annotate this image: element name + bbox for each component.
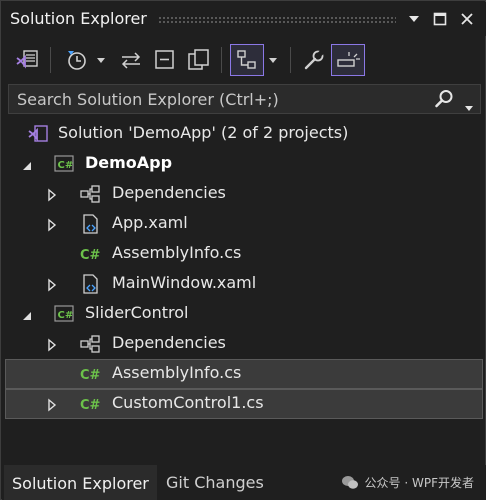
preview-selected-icon[interactable] [331,44,365,76]
csharp-file-icon: C# [79,244,101,264]
tree-item-label: AssemblyInfo.cs [112,363,242,382]
tree-item-label: Solution 'DemoApp' (2 of 2 projects) [58,123,349,142]
toolbar [2,37,486,83]
csharp-file-icon: C# [79,394,101,414]
drag-grip[interactable] [158,16,396,23]
tree-item-file[interactable]: C# CustomControl1.cs [5,389,483,419]
search-icon[interactable] [434,89,454,113]
svg-text:C#: C# [58,310,74,321]
vs-solution-icon [27,124,49,144]
search-box[interactable]: Search Solution Explorer (Ctrl+;) [8,84,481,114]
dependencies-icon [79,184,101,204]
title-bar: Solution Explorer [2,2,486,36]
svg-text:C#: C# [80,248,101,263]
toolbar-separator [50,47,51,73]
wechat-icon [341,476,358,489]
expand-arrow-icon[interactable] [47,277,59,292]
csharp-file-icon: C# [79,364,101,384]
tree-item-label: MainWindow.xaml [112,273,257,292]
expand-arrow-icon[interactable] [47,217,59,232]
tree-item-file[interactable]: C# AssemblyInfo.cs [5,239,483,269]
tree-item-label: DemoApp [85,153,173,172]
toolbar-separator [221,47,222,73]
window-position-dropdown-icon[interactable] [405,10,423,28]
tree-item-solution[interactable]: Solution 'DemoApp' (2 of 2 projects) [5,119,483,149]
tree-item-label: AssemblyInfo.cs [112,243,242,262]
collapse-arrow-icon[interactable] [21,307,33,321]
watermark-text: 公众号 · WPF开发者 [364,476,474,490]
window-title: Solution Explorer [10,9,147,28]
xaml-file-icon [79,214,101,234]
tab-git-changes[interactable]: Git Changes [158,465,272,500]
svg-text:C#: C# [58,160,74,171]
show-all-files-icon[interactable] [230,44,264,76]
tree-item-dependencies[interactable]: Dependencies [5,179,483,209]
close-icon[interactable] [458,10,476,28]
tab-solution-explorer[interactable]: Solution Explorer [4,465,157,500]
tree-item-label: SliderControl [85,303,189,322]
watermark: 公众号 · WPF开发者 [341,474,474,491]
tree-item-file[interactable]: MainWindow.xaml [5,269,483,299]
tree-item-file[interactable]: C# AssemblyInfo.cs [5,359,483,389]
csharp-project-icon: C# [53,304,75,324]
tab-label: Git Changes [166,473,264,492]
search-input[interactable]: Search Solution Explorer (Ctrl+;) [17,90,279,109]
xaml-file-icon [79,274,101,294]
tab-label: Solution Explorer [12,474,149,493]
history-dropdown-icon[interactable] [94,44,108,76]
tree-item-dependencies[interactable]: Dependencies [5,329,483,359]
tree-item-project[interactable]: C# SliderControl [5,299,483,329]
show-all-files-dropdown-icon[interactable] [266,44,280,76]
solution-explorer-window: Solution Explorer Search Solution Explor… [0,0,486,500]
tree-item-label: App.xaml [112,213,188,232]
maximize-icon[interactable] [431,10,449,28]
svg-text:C#: C# [80,398,101,413]
collapse-all-icon[interactable] [150,44,180,76]
dependencies-icon [79,334,101,354]
search-options-dropdown-icon[interactable] [464,97,474,116]
properties-wrench-icon[interactable] [299,44,329,76]
tree-item-label: Dependencies [112,183,226,202]
sync-arrows-icon[interactable] [116,44,146,76]
copy-pages-icon[interactable] [184,44,214,76]
collapse-arrow-icon[interactable] [21,157,33,171]
tree-item-file[interactable]: App.xaml [5,209,483,239]
bottom-tab-strip: Solution Explorer Git Changes 公众号 · WPF开… [2,465,486,500]
expand-arrow-icon[interactable] [47,337,59,352]
expand-arrow-icon[interactable] [47,397,59,412]
history-clock-icon[interactable] [62,44,92,76]
toolbar-separator [290,47,291,73]
tree-item-label: CustomControl1.cs [112,393,264,412]
vs-switch-views-icon[interactable] [12,44,42,76]
svg-text:C#: C# [80,368,101,383]
csharp-project-icon: C# [53,154,75,174]
expand-arrow-icon[interactable] [47,187,59,202]
tree-item-project[interactable]: C# DemoApp [5,149,483,179]
tree-item-label: Dependencies [112,333,226,352]
